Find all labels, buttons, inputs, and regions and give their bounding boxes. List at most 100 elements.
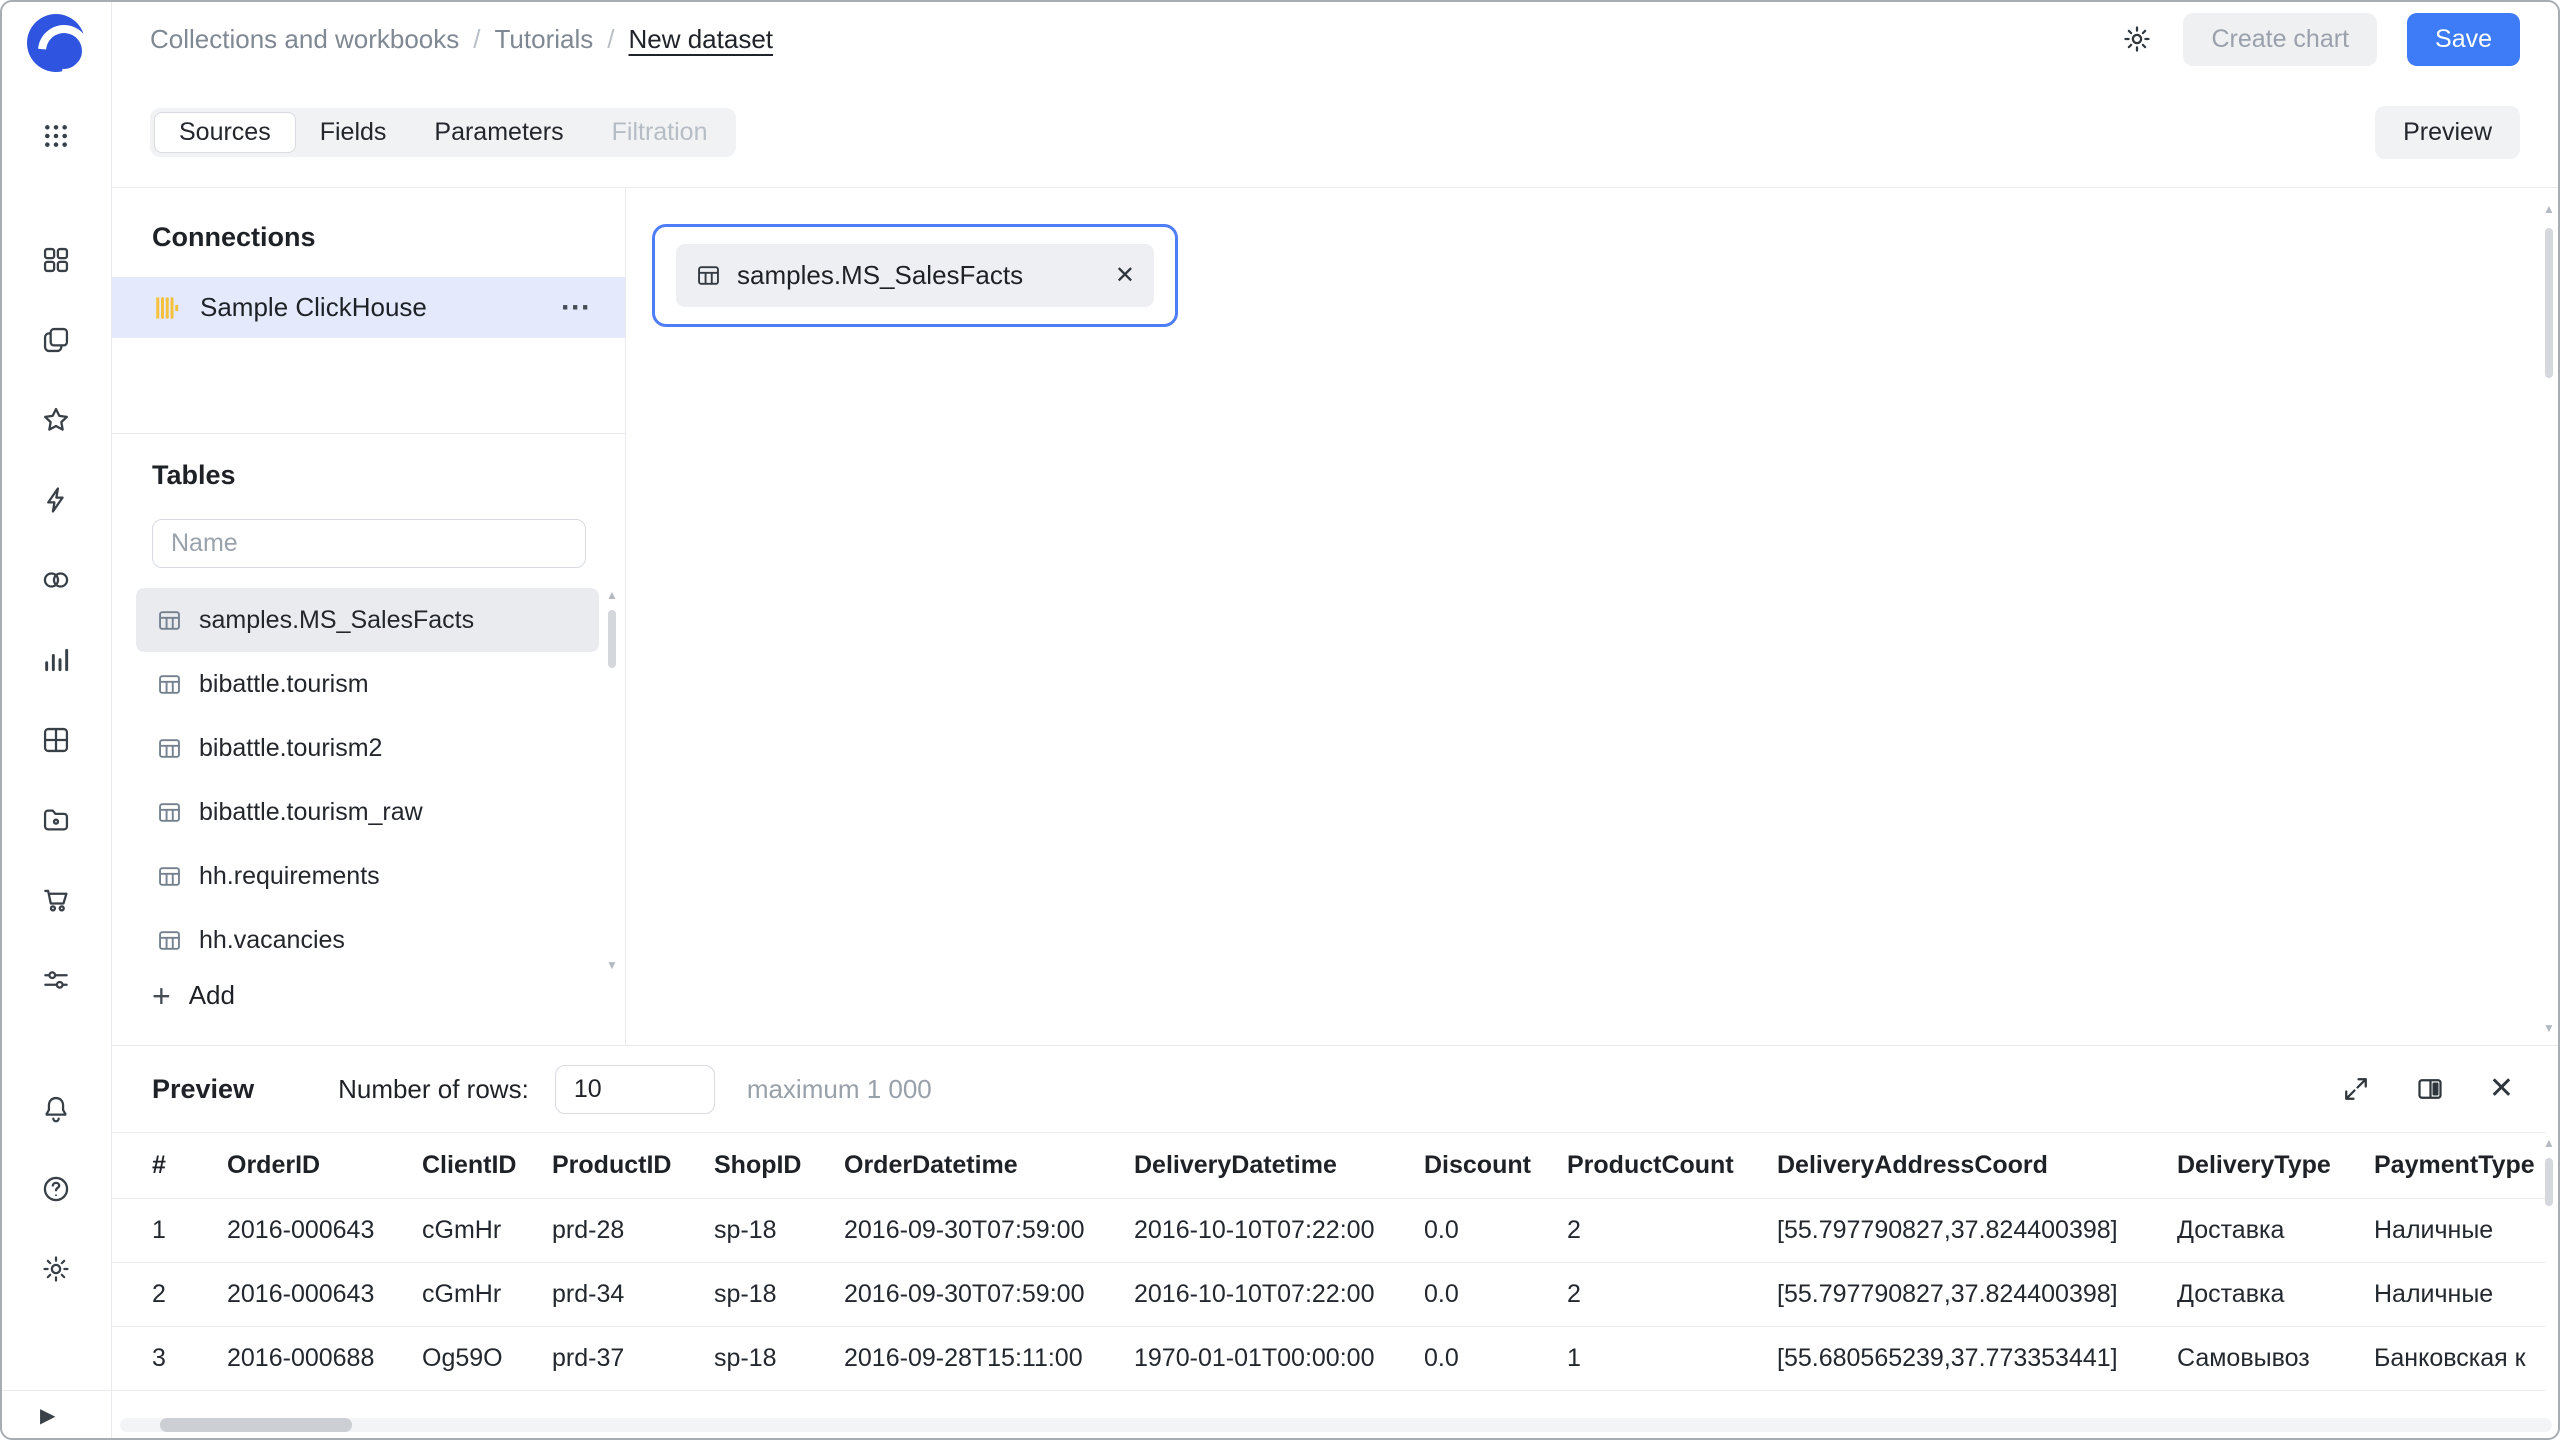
apps-grid-icon[interactable] (33, 113, 79, 159)
settings-gear-icon[interactable] (33, 1246, 79, 1292)
remove-table-icon[interactable]: ✕ (1115, 261, 1135, 290)
services-sliders-icon[interactable] (33, 957, 79, 1003)
table-search-input[interactable] (152, 519, 586, 568)
column-header: PaymentType (2374, 1133, 2546, 1199)
table-list-item[interactable]: bibattle.tourism_raw (136, 780, 599, 844)
breadcrumb: Collections and workbooks / Tutorials / … (150, 24, 773, 55)
cell: 1 (112, 1199, 227, 1263)
column-header: Discount (1424, 1133, 1567, 1199)
cell: 2 (1567, 1263, 1777, 1327)
preview-vertical-scrollbar[interactable]: ▲ (2540, 1136, 2558, 1266)
cell: sp-18 (714, 1263, 844, 1327)
rows-count-input[interactable] (555, 1065, 715, 1114)
cell: [55.680565239,37.773353441] (1777, 1327, 2177, 1391)
add-table-button[interactable]: + Add (152, 980, 235, 1011)
table-list-item[interactable]: hh.vacancies (136, 908, 599, 972)
table-list-item[interactable]: bibattle.tourism2 (136, 716, 599, 780)
table-list-item[interactable]: hh.requirements (136, 844, 599, 908)
preview-toggle-button[interactable]: Preview (2375, 106, 2520, 159)
save-button[interactable]: Save (2407, 13, 2520, 66)
marketplace-cart-icon[interactable] (33, 877, 79, 923)
cell: prd-28 (552, 1199, 714, 1263)
table-icon (156, 863, 183, 890)
breadcrumb-collections[interactable]: Collections and workbooks (150, 24, 459, 55)
scrollbar-thumb[interactable] (2545, 1158, 2553, 1206)
scrollbar-thumb[interactable] (608, 610, 616, 668)
notifications-bell-icon[interactable] (33, 1086, 79, 1132)
column-header: ProductID (552, 1133, 714, 1199)
cell: Наличные (2374, 1263, 2546, 1327)
cell: Наличные (2374, 1199, 2546, 1263)
cell: 2016-10-10T07:22:00 (1134, 1263, 1424, 1327)
connection-item-sample-clickhouse[interactable]: Sample ClickHouse ··· (112, 277, 625, 338)
table-chip[interactable]: samples.MS_SalesFacts ✕ (676, 244, 1154, 307)
dock-panel-icon[interactable] (2415, 1074, 2445, 1104)
expand-rail-icon[interactable]: ▶ (40, 1403, 55, 1428)
column-header: OrderDatetime (844, 1133, 1134, 1199)
datasets-rings-icon[interactable] (33, 557, 79, 603)
scrollbar-thumb[interactable] (2545, 228, 2553, 378)
breadcrumb-tutorials[interactable]: Tutorials (495, 24, 594, 55)
preview-header: Preview Number of rows: maximum 1 000 (112, 1046, 2560, 1132)
rail-navigation (0, 237, 111, 1003)
connections-heading: Connections (152, 222, 316, 253)
cell: 2016-09-30T07:59:00 (844, 1199, 1134, 1263)
table-icon (156, 671, 183, 698)
charts-icon[interactable] (33, 637, 79, 683)
more-icon[interactable]: ··· (561, 298, 591, 318)
scroll-down-icon[interactable]: ▼ (603, 958, 621, 972)
preview-panel: Preview Number of rows: maximum 1 000 (112, 1045, 2560, 1440)
preview-table-wrap: # OrderID ClientID ProductID ShopID Orde… (112, 1132, 2546, 1412)
storage-folder-icon[interactable] (33, 797, 79, 843)
tables-list-scrollbar[interactable]: ▲ ▼ (603, 588, 621, 972)
dataset-toolbar: Sources Fields Parameters Filtration Pre… (112, 78, 2560, 188)
selected-table-node[interactable]: samples.MS_SalesFacts ✕ (652, 224, 1178, 327)
editor-grid-icon[interactable] (33, 717, 79, 763)
tab-parameters[interactable]: Parameters (410, 112, 587, 153)
scroll-up-icon[interactable]: ▲ (2540, 1136, 2558, 1150)
table-name: hh.vacancies (199, 926, 345, 955)
dataset-title[interactable]: New dataset (628, 24, 773, 55)
dataset-settings-gear-icon[interactable] (2121, 23, 2153, 55)
sources-canvas[interactable]: samples.MS_SalesFacts ✕ ▲ ▼ (626, 188, 2560, 1045)
tab-fields[interactable]: Fields (296, 112, 411, 153)
table-name: hh.requirements (199, 862, 380, 891)
datalens-logo[interactable] (27, 14, 85, 72)
favorites-star-icon[interactable] (33, 397, 79, 443)
cell: Самовывоз (2177, 1327, 2374, 1391)
tab-filtration[interactable]: Filtration (588, 112, 732, 153)
preview-horizontal-scrollbar[interactable] (120, 1418, 2552, 1432)
scroll-down-icon[interactable]: ▼ (2540, 1021, 2558, 1035)
cell: 2016-09-30T07:59:00 (844, 1263, 1134, 1327)
canvas-scrollbar[interactable]: ▲ ▼ (2540, 202, 2558, 1035)
rail-footer: ▶ (0, 1390, 111, 1440)
table-list-item[interactable]: bibattle.tourism (136, 652, 599, 716)
tables-list: samples.MS_SalesFacts bibattle.tourism b… (112, 588, 625, 972)
plus-icon: + (152, 983, 171, 1009)
table-name: bibattle.tourism (199, 670, 369, 699)
preview-title: Preview (152, 1074, 254, 1105)
scroll-up-icon[interactable]: ▲ (603, 588, 621, 602)
table-list-item[interactable]: samples.MS_SalesFacts (136, 588, 599, 652)
column-header: DeliveryDatetime (1134, 1133, 1424, 1199)
scrollbar-thumb[interactable] (160, 1418, 352, 1432)
table-row: 3 2016-000688 Og59O prd-37 sp-18 2016-09… (112, 1327, 2546, 1391)
table-name: samples.MS_SalesFacts (199, 606, 474, 635)
tab-sources[interactable]: Sources (154, 112, 296, 153)
cell: 1970-01-01T00:00:00 (1134, 1327, 1424, 1391)
cell: Og59O (422, 1327, 552, 1391)
help-icon[interactable] (33, 1166, 79, 1212)
table-icon (156, 927, 183, 954)
dashboards-icon[interactable] (33, 237, 79, 283)
connections-lightning-icon[interactable] (33, 477, 79, 523)
scroll-up-icon[interactable]: ▲ (2540, 202, 2558, 216)
expand-preview-icon[interactable] (2341, 1074, 2371, 1104)
close-preview-icon[interactable]: ✕ (2489, 1074, 2514, 1104)
breadcrumb-separator: / (607, 24, 614, 55)
column-header: ClientID (422, 1133, 552, 1199)
table-name: bibattle.tourism_raw (199, 798, 423, 827)
sources-side-panel: Connections Sample ClickHouse ··· Tables (112, 188, 626, 1045)
create-chart-button[interactable]: Create chart (2183, 13, 2377, 66)
table-icon (156, 799, 183, 826)
workbooks-icon[interactable] (33, 317, 79, 363)
